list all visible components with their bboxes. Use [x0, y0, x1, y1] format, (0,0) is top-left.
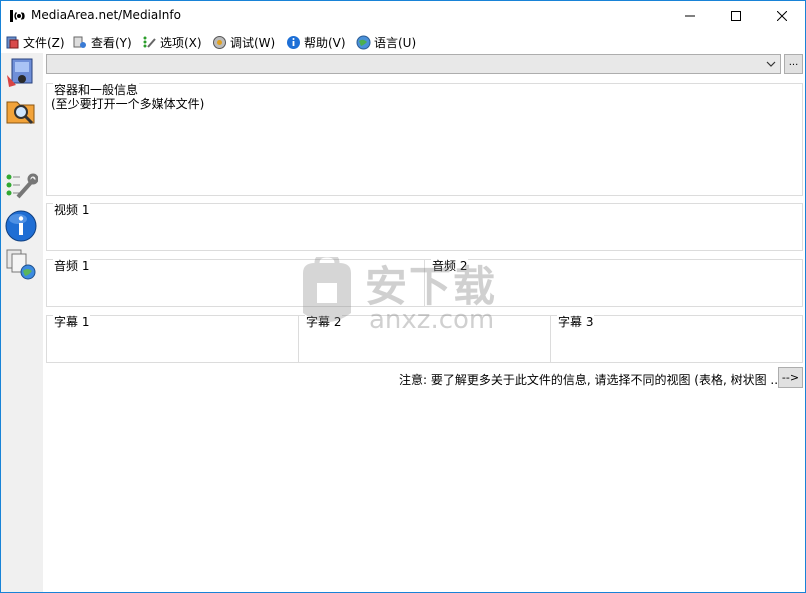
globe-icon: [356, 35, 371, 50]
chevron-down-icon: [766, 61, 776, 67]
sidebar-toolbar: [1, 53, 43, 592]
subtitle-3-title: 字幕 3: [557, 315, 595, 329]
watermark-logo: 安下载 anxz.com: [293, 253, 525, 341]
export-button[interactable]: [4, 247, 38, 281]
menu-help-label: 帮助(V): [304, 36, 346, 50]
menu-options-label: 选项(X): [160, 36, 202, 50]
menu-view[interactable]: 查看(Y): [73, 34, 132, 51]
menu-file[interactable]: 文件(Z): [5, 34, 65, 51]
file-selector-dropdown[interactable]: [46, 54, 781, 74]
title-bar[interactable]: MediaArea.net/MediaInfo: [1, 1, 805, 31]
video-group: 视频 1: [46, 203, 803, 251]
general-info-title: 容器和一般信息: [53, 83, 140, 97]
about-button[interactable]: [4, 209, 38, 243]
subtitle-3-group: 字幕 3: [550, 315, 803, 363]
maximize-icon: [731, 11, 741, 21]
subtitle-1-group: 字幕 1: [46, 315, 299, 363]
window-title: MediaArea.net/MediaInfo: [31, 8, 181, 22]
menu-language[interactable]: 语言(U): [356, 34, 416, 51]
wrench-options-icon: [6, 173, 39, 199]
documents-globe-icon: [6, 249, 36, 280]
info-icon: [5, 210, 37, 242]
menu-help[interactable]: 帮助(V): [286, 34, 346, 51]
menu-file-label: 文件(Z): [23, 36, 65, 50]
watermark-text-en: anxz.com: [369, 305, 495, 335]
options-icon: [143, 36, 156, 48]
open-media-file-icon: [7, 58, 33, 87]
minimize-button[interactable]: [667, 1, 713, 31]
video-title: 视频 1: [53, 203, 91, 217]
view-hint-note: 注意: 要了解更多关于此文件的信息, 请选择不同的视图 (表格, 树状图 ...…: [399, 373, 787, 387]
info-icon: [287, 36, 300, 49]
menu-debug-label: 调试(W): [230, 36, 276, 50]
audio-1-title: 音频 1: [53, 259, 91, 273]
file-icon: [6, 36, 19, 49]
menu-options[interactable]: 选项(X): [142, 34, 202, 51]
shield-bag-icon: [303, 257, 351, 322]
view-icon: [73, 36, 86, 48]
open-folder-button[interactable]: [4, 93, 38, 127]
menu-debug[interactable]: 调试(W): [212, 34, 275, 51]
folder-search-icon: [6, 101, 35, 125]
maximize-button[interactable]: [713, 1, 759, 31]
mediainfo-app-icon: [10, 10, 25, 22]
browse-button[interactable]: ...: [784, 54, 803, 74]
change-view-button[interactable]: -->: [778, 367, 803, 388]
subtitle-1-title: 字幕 1: [53, 315, 91, 329]
close-icon: [777, 11, 787, 21]
menu-bar: 文件(Z) 查看(Y) 选项(X) 调试(W) 帮助(V) 语言(U): [1, 31, 805, 53]
general-info-group: 容器和一般信息 (至少要打开一个多媒体文件): [46, 83, 803, 196]
preferences-button[interactable]: [4, 169, 39, 203]
general-info-body: (至少要打开一个多媒体文件): [51, 97, 205, 111]
debug-icon: [213, 36, 226, 49]
open-file-button[interactable]: [4, 55, 38, 89]
menu-view-label: 查看(Y): [91, 36, 132, 50]
menu-language-label: 语言(U): [374, 36, 417, 50]
minimize-icon: [685, 15, 695, 17]
close-button[interactable]: [759, 1, 805, 31]
main-window: MediaArea.net/MediaInfo 文件(Z) 查看(Y) 选项(X…: [0, 0, 806, 593]
